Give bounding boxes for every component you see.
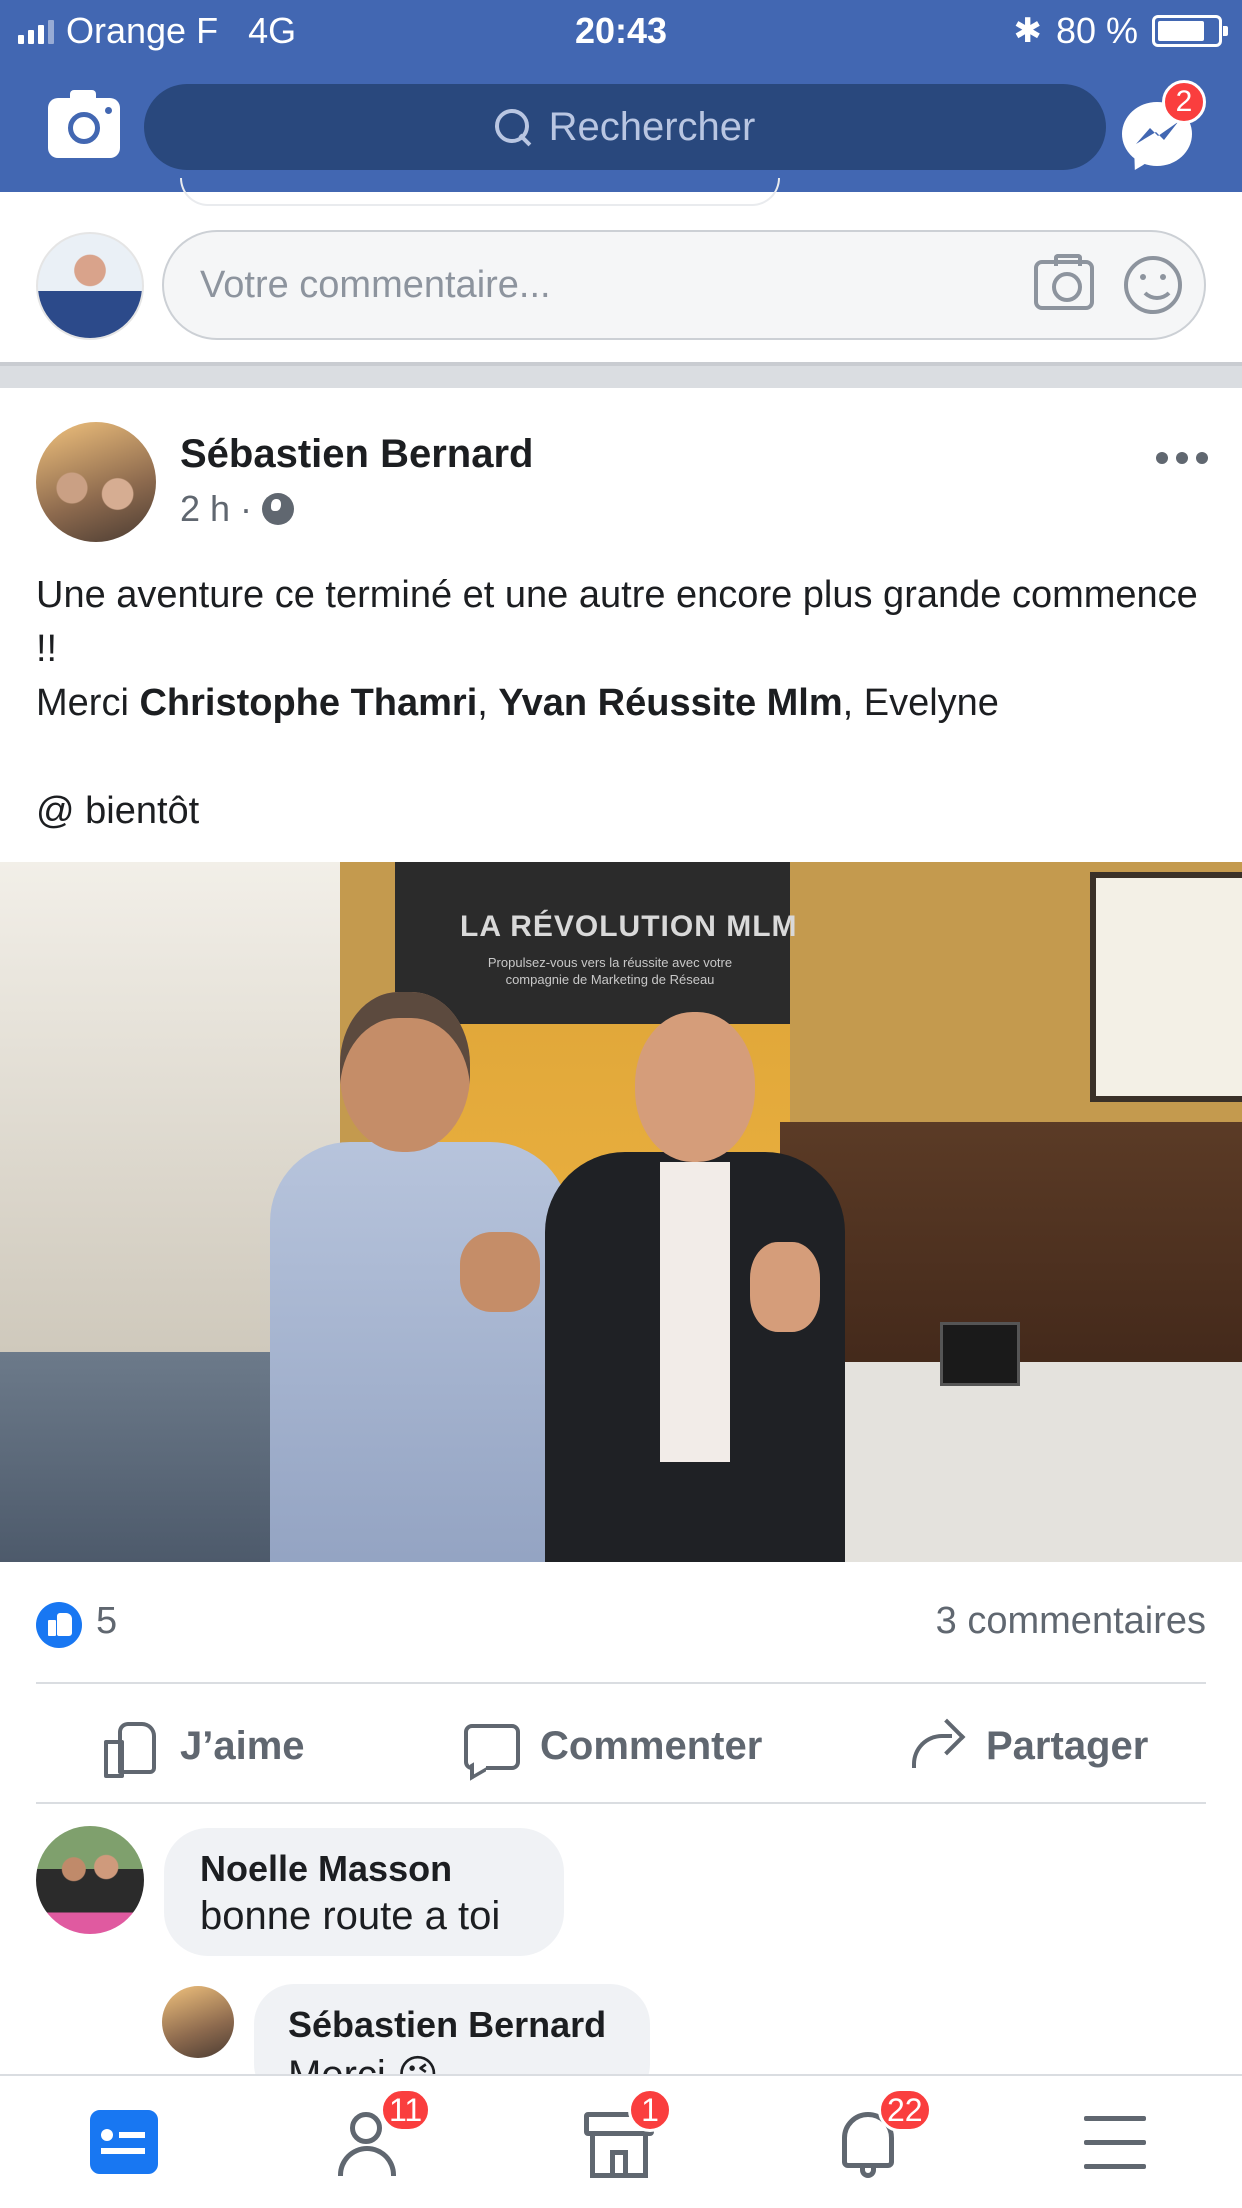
friends-icon (350, 2112, 382, 2144)
commenter-avatar[interactable] (36, 1826, 144, 1934)
messenger-button[interactable]: 2 (1120, 80, 1206, 176)
comment-placeholder: Votre commentaire... (200, 264, 551, 306)
tab-marketplace[interactable]: 1 (580, 2088, 672, 2182)
meta-separator: · (240, 488, 253, 529)
like-count[interactable]: 5 (96, 1600, 117, 1643)
share-button[interactable]: Partager (908, 1716, 1148, 1776)
camera-icon (68, 112, 100, 144)
post-photo[interactable]: LA RÉVOLUTION MLM Propulsez-vous vers la… (0, 862, 1242, 1562)
post-text: Une aventure ce terminé et une autre enc… (36, 568, 1206, 838)
search-placeholder: Rechercher (548, 104, 756, 149)
like-button[interactable]: J’aime (102, 1716, 305, 1778)
globe-icon (262, 493, 295, 525)
like-label: J’aime (180, 1723, 305, 1768)
divider (36, 1682, 1206, 1684)
previous-content-edge (180, 178, 780, 206)
tab-news-feed[interactable] (86, 2106, 166, 2182)
author-avatar[interactable] (36, 422, 156, 542)
bluetooth-icon: ✱ (1013, 12, 1042, 50)
status-bar: Orange F 4G 20:43 ✱ 80 % (0, 0, 1242, 64)
messenger-badge: 2 (1162, 80, 1206, 124)
messenger-bolt-icon (1136, 122, 1178, 144)
post-meta: 2 h · (180, 488, 295, 530)
banner-title: LA RÉVOLUTION MLM (460, 910, 798, 943)
comment-count[interactable]: 3 commentaires (936, 1600, 1206, 1643)
more-options-icon[interactable] (1156, 452, 1208, 468)
tab-notifications[interactable]: 22 (830, 2088, 932, 2182)
search-icon (494, 109, 531, 145)
post-text-closing: @ bientôt (36, 790, 200, 832)
reply-avatar[interactable] (162, 1986, 234, 2058)
table (820, 1362, 1242, 1562)
comment-text: bonne route a toi (200, 1894, 501, 1938)
comment-author[interactable]: Noelle Masson (200, 1848, 452, 1890)
share-icon (908, 1720, 964, 1772)
comment-bubble[interactable]: Noelle Masson bonne route a toi (164, 1828, 564, 1956)
mention-christophe[interactable]: Christophe Thamri (139, 682, 477, 724)
reply-author[interactable]: Sébastien Bernard (288, 2004, 606, 2046)
banner-subtitle: Propulsez-vous vers la réussite avec vot… (487, 955, 733, 987)
notifications-badge: 22 (878, 2088, 932, 2132)
news-feed-icon (90, 2110, 158, 2174)
divider (36, 1802, 1206, 1804)
like-reaction-icon (36, 1602, 82, 1648)
section-divider (0, 362, 1242, 388)
photo-attach-icon[interactable] (1034, 254, 1094, 310)
tab-friends[interactable]: 11 (332, 2088, 432, 2182)
emoji-icon[interactable] (1124, 256, 1182, 314)
battery-percent: 80 % (1055, 10, 1138, 51)
post-text-thanks: Merci Christophe Thamri, Yvan Réussite M… (36, 682, 999, 724)
tab-menu[interactable] (1078, 2106, 1158, 2182)
post-author[interactable]: Sébastien Bernard (180, 432, 533, 477)
camera-button[interactable] (48, 90, 120, 158)
post-text-line1: Une aventure ce terminé et une autre enc… (36, 574, 1198, 670)
top-bar: Orange F 4G 20:43 ✱ 80 % Rechercher 2 (0, 0, 1242, 192)
comment-button[interactable]: Commenter (462, 1716, 762, 1776)
thumbs-up-icon (102, 1720, 158, 1778)
share-label: Partager (986, 1723, 1149, 1768)
tab-bar: 11 1 22 (0, 2074, 1242, 2208)
comment-icon (462, 1720, 520, 1772)
laptop (940, 1322, 1020, 1386)
post-time[interactable]: 2 h (180, 488, 230, 530)
wall-frame (1090, 872, 1242, 1102)
marketplace-badge: 1 (628, 2088, 672, 2132)
friends-badge: 11 (380, 2088, 432, 2132)
mention-yvan[interactable]: Yvan Réussite Mlm (498, 682, 842, 724)
menu-icon (1084, 2116, 1146, 2121)
comment-label: Commenter (540, 1723, 763, 1768)
my-avatar[interactable] (36, 232, 144, 340)
comment-input[interactable]: Votre commentaire... (162, 230, 1206, 340)
search-bar[interactable]: Rechercher (144, 84, 1106, 170)
battery-icon (1152, 15, 1228, 47)
